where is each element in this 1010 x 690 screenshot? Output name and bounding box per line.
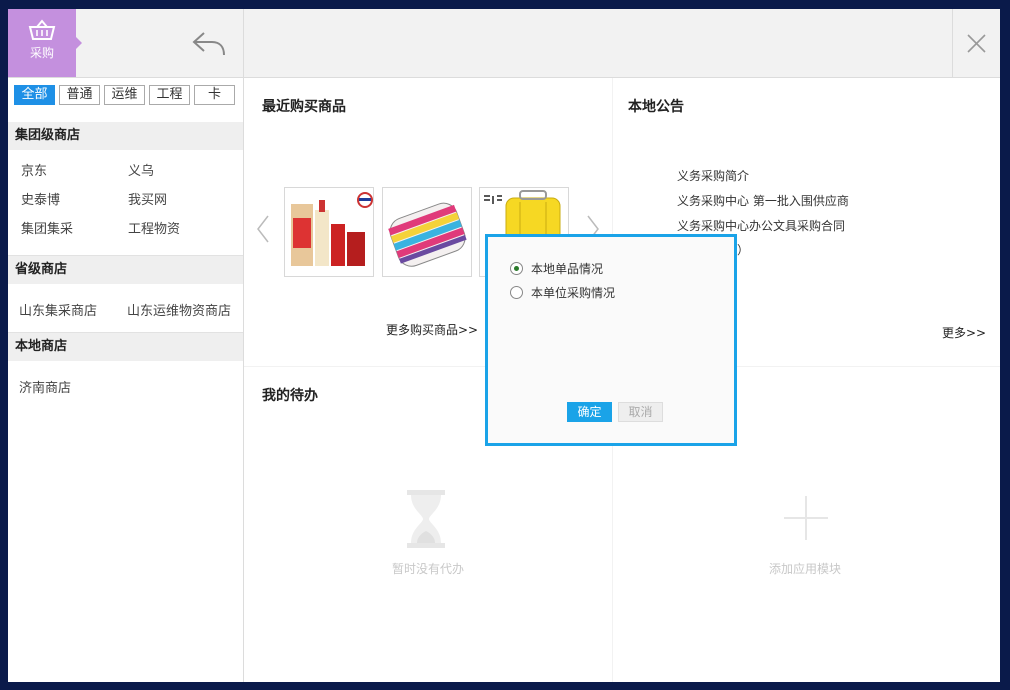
filter-maintenance[interactable]: 运维 (104, 85, 145, 105)
hourglass-icon (407, 490, 445, 548)
more-notices-link[interactable]: 更多>> (942, 324, 986, 341)
carousel-prev-button[interactable] (256, 214, 270, 247)
filter-card[interactable]: 卡 (194, 85, 235, 105)
brand-header: 采购 (8, 9, 243, 78)
blanket-product-image (388, 202, 467, 267)
report-dialog: 本地单品情况 本单位采购情况 确定 取消 (485, 234, 737, 446)
purchase-logo[interactable]: 采购 (8, 9, 82, 77)
add-module-label[interactable]: 添加应用模块 (769, 560, 841, 577)
close-button[interactable] (952, 9, 1000, 77)
radio-selected[interactable] (510, 262, 523, 275)
todo-title: 我的待办 (262, 388, 318, 404)
filter-all[interactable]: 全部 (14, 85, 55, 105)
back-button[interactable] (192, 31, 232, 59)
sidebar: 采购 全部 普通 运维 工程 卡 集团级商店 京东 义乌 史泰博 我买网 集团集… (8, 9, 244, 682)
liquor-product-image (291, 192, 373, 266)
chevron-left-icon (257, 215, 269, 243)
logo-label: 采购 (29, 46, 54, 60)
shop-shandong-maintenance[interactable]: 山东运维物资商店 (127, 300, 231, 319)
close-icon (967, 34, 986, 53)
cancel-button[interactable]: 取消 (618, 402, 663, 422)
product-thumb-blanket[interactable] (382, 187, 472, 277)
option-label: 本单位采购情况 (531, 286, 616, 300)
ok-button[interactable]: 确定 (567, 402, 612, 422)
filter-engineering[interactable]: 工程 (149, 85, 190, 105)
notice-item[interactable]: 义务采购中心办公文具采购合同 (677, 217, 845, 234)
shop-staples[interactable]: 史泰博 (21, 189, 60, 208)
todo-empty-label: 暂时没有代办 (392, 562, 465, 576)
section-local-title: 本地商店 (8, 333, 243, 361)
notice-title: 本地公告 (628, 99, 684, 115)
notice-item[interactable]: 义务采购中心 第一批入围供应商 (677, 192, 849, 209)
notice-item[interactable]: 义务采购简介 (677, 167, 749, 184)
add-icon[interactable] (783, 495, 829, 541)
section-group-title: 集团级商店 (8, 122, 243, 150)
shop-group-procurement[interactable]: 集团集采 (21, 218, 73, 237)
recent-purchases-title: 最近购买商品 (262, 99, 346, 115)
reply-arrow-icon (192, 32, 225, 56)
section-province-title: 省级商店 (8, 256, 243, 284)
shop-shandong-central[interactable]: 山东集采商店 (19, 300, 97, 319)
radio-unselected[interactable] (510, 286, 523, 299)
shop-jinan[interactable]: 济南商店 (19, 377, 71, 396)
more-purchases-link[interactable]: 更多购买商品>> (386, 321, 478, 338)
option-label: 本地单品情况 (531, 262, 604, 276)
filter-normal[interactable]: 普通 (59, 85, 100, 105)
option-local-items[interactable]: 本地单品情况 (510, 260, 603, 277)
shop-engineering-materials[interactable]: 工程物资 (128, 218, 180, 237)
filter-tabs: 全部 普通 运维 工程 卡 (14, 85, 239, 105)
shop-jd[interactable]: 京东 (21, 160, 47, 179)
product-thumb-liquor[interactable] (284, 187, 374, 277)
top-bar (244, 9, 1000, 78)
basket-icon (28, 19, 56, 40)
option-unit-purchases[interactable]: 本单位采购情况 (510, 284, 615, 301)
shop-womai[interactable]: 我买网 (128, 189, 167, 208)
shop-yiwu[interactable]: 义乌 (128, 160, 154, 179)
